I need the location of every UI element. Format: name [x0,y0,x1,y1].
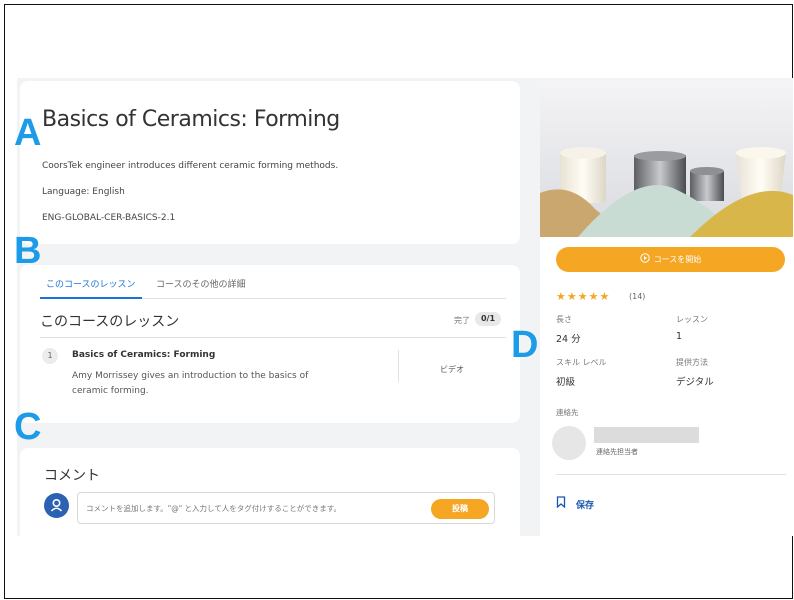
rating-count: (14) [629,292,646,301]
duration-value: 24 分 [556,334,581,345]
bookmark-icon [556,496,566,508]
lesson-type: ビデオ [440,365,464,374]
comments-title: コメント [44,468,100,484]
comment-input[interactable]: コメントを追加します。"@" と入力して人をタグ付けすることができます。 投稿 [77,492,495,524]
star-rating: ★★★★★ [556,290,611,303]
comment-placeholder: コメントを追加します。"@" と入力して人をタグ付けすることができます。 [86,504,342,513]
lesson-number: 1 [42,348,58,364]
completion-label: 完了 [454,316,470,325]
lessons-count-label: レッスン [676,315,708,324]
completion-count-badge: 0/1 [475,312,501,326]
delivery-method-label: 提供方法 [676,358,708,367]
course-title: Basics of Ceramics: Forming [42,107,340,132]
play-circle-icon [639,253,650,263]
skill-level-label: スキル レベル [556,358,607,367]
divider [398,350,399,382]
divider [40,337,506,338]
contact-avatar [552,426,586,460]
start-course-button[interactable]: コースを開始 [556,247,785,272]
lessons-section-title: このコースのレッスン [40,314,180,330]
tab-bar: このコースのレッスン コースのその他の詳細 [40,265,506,299]
contact-name-redacted [594,427,699,443]
course-header-card: Basics of Ceramics: Forming CoorsTek eng… [20,81,520,244]
divider [556,474,786,475]
save-label: 保存 [576,501,595,511]
course-sidebar: コースを開始 ★★★★★ (14) 長さ 24 分 レッスン 1 スキル レベル… [540,81,793,536]
user-avatar [44,493,69,518]
lessons-count-value: 1 [676,331,683,342]
post-button[interactable]: 投稿 [431,499,489,519]
tab-other-details[interactable]: コースのその他の詳細 [156,277,246,290]
course-code: ENG-GLOBAL-CER-BASICS-2.1 [42,213,176,223]
active-tab-indicator [40,297,142,299]
skill-level-value: 初級 [556,377,576,388]
ceramics-image [540,81,793,237]
contact-label: 連絡先 [556,408,579,417]
start-course-label: コースを開始 [653,255,702,264]
user-icon [50,499,63,512]
delivery-method-value: デジタル [676,377,714,388]
marker-c: C [14,406,42,448]
course-language: Language: English [42,187,125,197]
lesson-description: Amy Morrissey gives an introduction to t… [72,371,309,396]
comments-card: コメント コメントを追加します。"@" と入力して人をタグ付けすることができます… [20,448,520,536]
contact-role: 連絡先担当者 [596,448,638,456]
marker-b: B [14,230,42,272]
course-page: Basics of Ceramics: Forming CoorsTek eng… [17,78,793,536]
marker-d: D [511,324,539,366]
lessons-card: このコースのレッスン コースのその他の詳細 このコースのレッスン 完了 0/1 … [20,265,520,423]
tab-lessons[interactable]: このコースのレッスン [46,277,136,290]
lesson-title[interactable]: Basics of Ceramics: Forming [72,350,215,360]
duration-label: 長さ [556,315,572,324]
course-description: CoorsTek engineer introduces different c… [42,161,339,171]
marker-a: A [14,112,42,154]
course-image [540,81,793,237]
